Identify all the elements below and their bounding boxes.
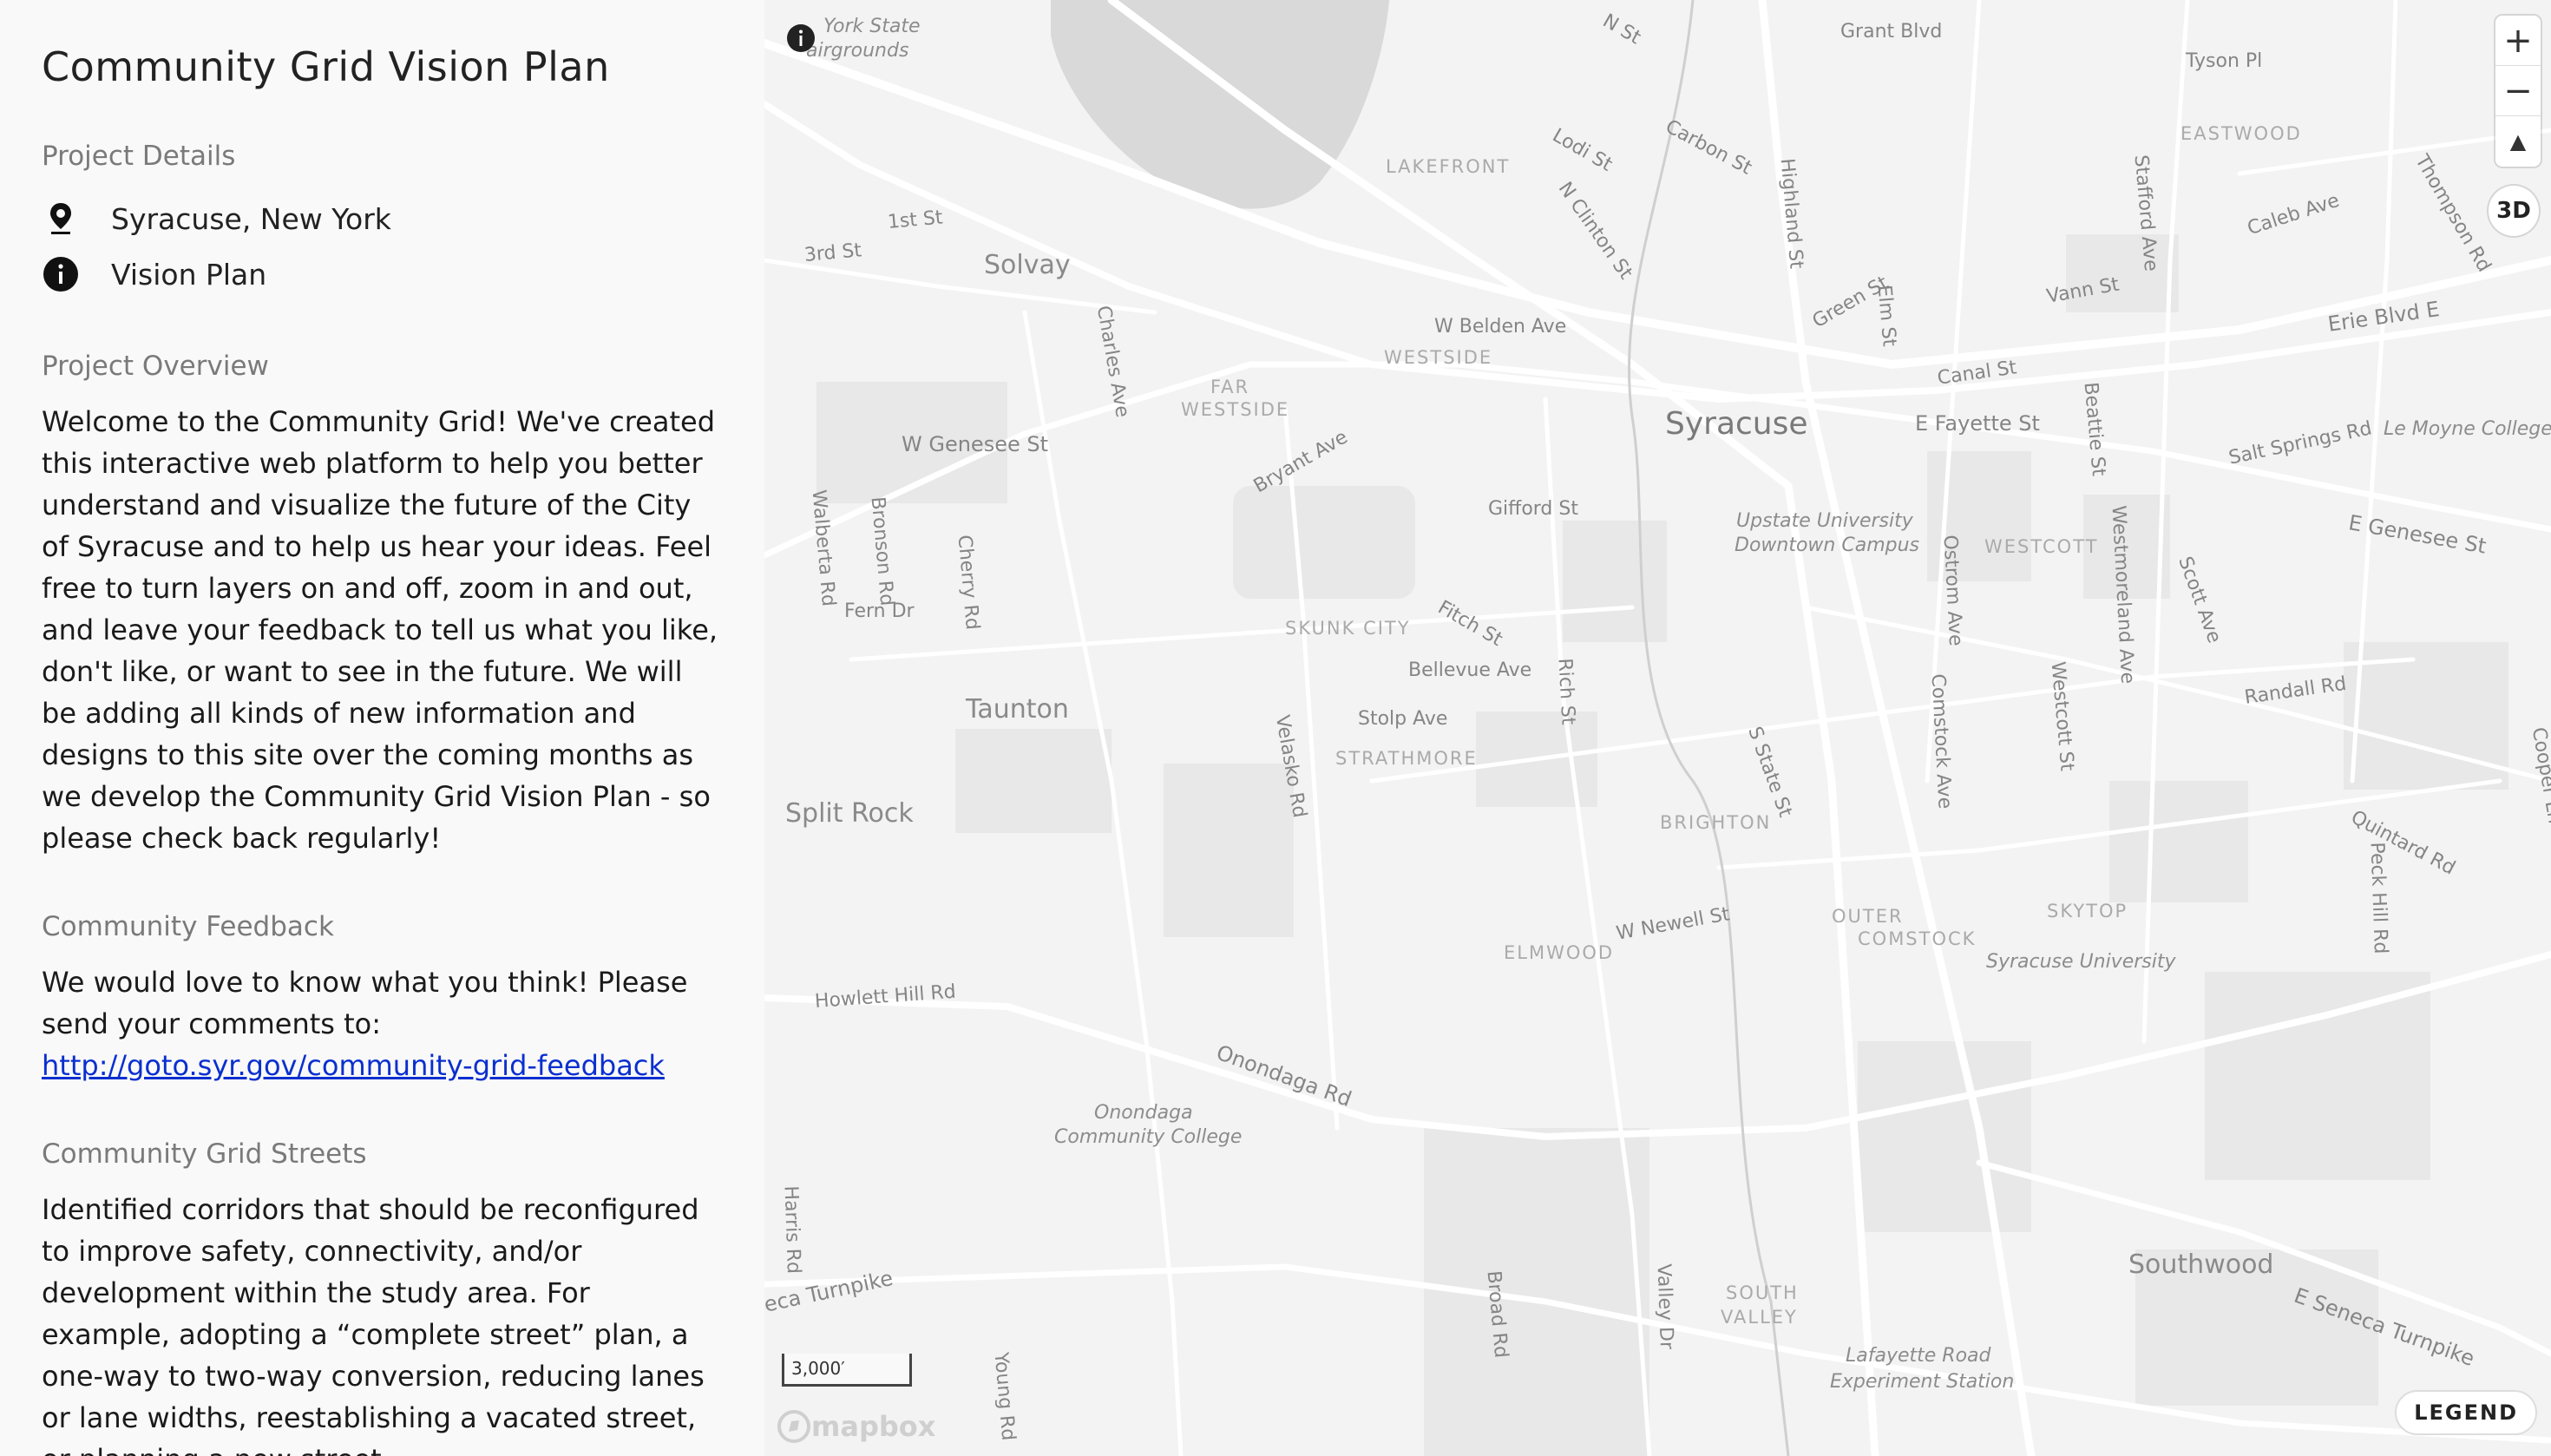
location-text: Syracuse, New York [111, 201, 391, 236]
map-label-w-belden-ave: W Belden Ave [1434, 316, 1567, 338]
map-label-syracuse-university: Syracuse University [1986, 951, 2176, 973]
map-label-rich-st: Rich St [1553, 657, 1579, 726]
community-grid-streets-heading: Community Grid Streets [42, 1138, 367, 1170]
map-label-far-westside-1: FAR [1210, 377, 1250, 397]
map-label-occ-1: Onondaga [1094, 1102, 1193, 1124]
compass-button[interactable]: ▲ [2495, 116, 2541, 167]
map-label-brighton: BRIGHTON [1660, 812, 1772, 833]
three-d-toggle-button[interactable]: 3D [2489, 186, 2539, 236]
map-label-outer-comstock-1: OUTER [1832, 906, 1904, 927]
map-info-button[interactable] [785, 23, 816, 54]
feedback-intro: We would love to know what you think! Pl… [42, 966, 688, 1040]
map-label-upstate-1: Upstate University [1736, 510, 1913, 532]
location-row: Syracuse, New York [42, 191, 723, 246]
community-feedback-text: We would love to know what you think! Pl… [42, 961, 723, 1086]
map-label-upstate-2: Downtown Campus [1735, 535, 1919, 556]
mapbox-logo[interactable]: mapbox [777, 1409, 935, 1444]
map-label-lakefront: LAKEFRONT [1386, 156, 1511, 177]
map-label-southwood: Southwood [2128, 1249, 2274, 1280]
map-label-skytop: SKYTOP [2047, 901, 2128, 921]
location-pin-icon [42, 200, 80, 238]
map-label-split-rock: Split Rock [785, 798, 914, 829]
map-label-e-fayette-st: E Fayette St [1915, 411, 2040, 436]
map-label-fairgrounds-2: airgrounds [806, 40, 909, 62]
map-label-syracuse: Syracuse [1665, 406, 1808, 442]
map-label-gifford-st: Gifford St [1488, 498, 1578, 520]
map-label-stolp-ave: Stolp Ave [1358, 708, 1448, 730]
mapbox-logo-text: mapbox [811, 1410, 936, 1443]
zoom-in-button[interactable]: + [2495, 16, 2541, 66]
project-overview-heading: Project Overview [42, 351, 269, 382]
map-label-outer-comstock-2: COMSTOCK [1858, 928, 1977, 949]
map-label-lafayette-2: Experiment Station [1830, 1371, 2015, 1393]
map-label-far-westside-2: WESTSIDE [1181, 399, 1290, 420]
map-label-westside: WESTSIDE [1384, 347, 1493, 368]
map-label-peck-hill-rd: Peck Hill Rd [2365, 842, 2391, 954]
map-label-occ-2: Community College [1054, 1126, 1243, 1148]
map-label-skunk-city: SKUNK CITY [1285, 618, 1411, 639]
map-label-taunton: Taunton [966, 694, 1069, 725]
community-grid-streets-text: Identified corridors that should be reco… [42, 1193, 705, 1456]
map-label-valley-dr: Valley Dr [1652, 1263, 1677, 1350]
map-label-strathmore: STRATHMORE [1335, 748, 1478, 769]
map-canvas[interactable]: Syracuse Solvay Taunton Split Rock South… [764, 0, 2551, 1456]
legend-button[interactable]: LEGEND [2395, 1390, 2537, 1435]
map-label-harris-rd: Harris Rd [779, 1185, 805, 1275]
map-label-tyson-pl: Tyson Pl [2186, 50, 2263, 72]
mapbox-logo-icon [777, 1410, 810, 1443]
map-label-le-moyne: Le Moyne College [2384, 418, 2551, 440]
community-feedback-heading: Community Feedback [42, 911, 334, 942]
project-details-heading: Project Details [42, 141, 236, 172]
map-info-icon [787, 24, 815, 52]
info-icon [42, 255, 80, 293]
map-scale-bar: 3,000′ [782, 1354, 912, 1387]
map-label-elmwood: ELMWOOD [1504, 942, 1615, 963]
map-label-solvay: Solvay [984, 250, 1071, 280]
zoom-out-button[interactable]: − [2495, 66, 2541, 116]
page-title: Community Grid Vision Plan [42, 43, 610, 90]
map-label-grant-blvd: Grant Blvd [1840, 21, 1943, 43]
plan-type-row: Vision Plan [42, 246, 723, 302]
map-label-w-genesee-st: W Genesee St [902, 432, 1049, 456]
map-label-lafayette-1: Lafayette Road [1846, 1345, 1991, 1367]
map-label-south-valley-2: VALLEY [1721, 1307, 1798, 1328]
map-label-fern-dr: Fern Dr [844, 600, 915, 622]
map-label-south-valley-1: SOUTH [1726, 1282, 1799, 1303]
plan-type-text: Vision Plan [111, 257, 267, 292]
map-label-bellevue-ave: Bellevue Ave [1408, 659, 1532, 681]
sidebar: Community Grid Vision Plan Project Detai… [0, 0, 764, 1456]
map-label-westcott: WESTCOTT [1984, 536, 2099, 557]
map-label-fairgrounds-1: York State [823, 16, 921, 37]
map-navigation-controls: + − ▲ [2495, 16, 2541, 167]
project-overview-text: Welcome to the Community Grid! We've cre… [42, 405, 718, 855]
feedback-link[interactable]: http://goto.syr.gov/community-grid-feedb… [42, 1049, 665, 1082]
map-label-eastwood: EASTWOOD [2180, 123, 2302, 144]
